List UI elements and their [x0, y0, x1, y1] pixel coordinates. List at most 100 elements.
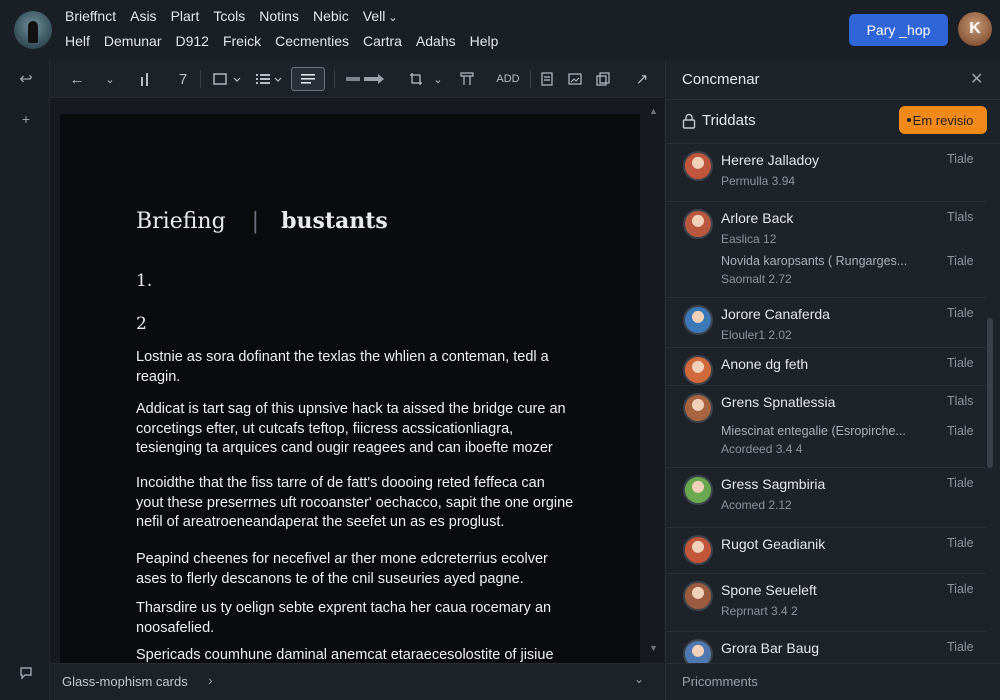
list-number: 1. — [136, 271, 153, 291]
add-icon[interactable]: + — [15, 108, 37, 130]
comment-item[interactable]: Spone Seueleft Tiale Reprnart 3.4 2 — [666, 574, 986, 632]
comment-meta: Reprnart 3.4 2 — [721, 604, 798, 618]
back-arrow-icon[interactable]: ↩ — [15, 68, 37, 90]
comment-author: Grens Spnatlessia — [721, 394, 836, 410]
close-icon[interactable]: ✕ — [970, 69, 983, 89]
scroll-up-icon[interactable]: ▲ — [649, 106, 658, 116]
avatar[interactable] — [683, 355, 713, 385]
frame-dropdown-icon[interactable] — [210, 67, 244, 91]
table-insert-icon[interactable] — [457, 67, 477, 91]
paragraph[interactable]: Incoidthe that the fiss tarre of de fatt… — [136, 474, 576, 533]
comment-author: Rugot Geadianik — [721, 536, 826, 552]
comment-meta: Elouler1 2.02 — [721, 328, 792, 342]
toolbar-divider — [200, 70, 201, 88]
arrow-right-icon[interactable] — [342, 67, 390, 91]
list-dropdown-icon[interactable] — [252, 67, 286, 91]
comment-input[interactable]: Pricomments — [682, 674, 758, 689]
add-text-button[interactable]: ADD — [494, 67, 522, 91]
comment-item[interactable]: Anone dg feth Tiale — [666, 348, 986, 386]
paragraph[interactable]: Peapind cheenes for necefivel ar ther mo… — [136, 550, 576, 589]
comment-text: Novida karopsants ( Rungarges... — [721, 254, 908, 268]
comment-time: Tiale — [947, 640, 974, 654]
menu-row-primary: Brieffnct Asis Plart Tcols Notins Nebic Vell — [65, 8, 412, 24]
avatar[interactable] — [683, 535, 713, 565]
paragraph[interactable]: Lostnie as sora dofinant the texlas the … — [136, 348, 576, 387]
menu-item[interactable]: Freick — [223, 33, 261, 49]
avatar[interactable] — [683, 393, 713, 423]
comment-meta: Acomed 2.12 — [721, 498, 792, 512]
menu-item[interactable]: Brieffnct — [65, 8, 116, 24]
avatar[interactable] — [683, 209, 713, 239]
menu-item[interactable]: Demunar — [104, 33, 162, 49]
app-logo[interactable] — [14, 11, 52, 49]
status-label[interactable]: Glass-mophism cards — [62, 674, 188, 689]
avatar[interactable] — [683, 639, 713, 664]
document-scrollbar[interactable]: ▲ ▼ — [644, 98, 662, 663]
document-icon[interactable] — [537, 67, 557, 91]
thread-header: Triddats Em revisio — [666, 100, 1000, 144]
scroll-down-icon[interactable]: ▼ — [649, 643, 658, 653]
status-badge[interactable]: Em revisio — [899, 106, 987, 134]
title-subtitle: bustants — [281, 208, 388, 234]
menu-item[interactable]: Cartra — [363, 33, 402, 49]
image-icon[interactable] — [565, 67, 585, 91]
menu-item[interactable]: Nebic — [313, 8, 349, 24]
status-bar: Glass-mophism cards › ⌄ — [50, 663, 664, 700]
comment-meta: Acordeed 3.4 4 — [721, 442, 803, 456]
panel-header: Concmenar ✕ — [666, 60, 1000, 100]
chevron-down-icon[interactable]: ⌄ — [430, 67, 446, 91]
menu-item[interactable]: Notins — [259, 8, 299, 24]
comment-item[interactable]: Grens Spnatlessia Tlals Miescinat entegali… — [666, 386, 986, 468]
comment-time: Tiale — [947, 152, 974, 166]
menu-item[interactable]: Plart — [171, 8, 200, 24]
menu-item[interactable]: Tcols — [213, 8, 245, 24]
menu-item[interactable]: Help — [470, 33, 499, 49]
chat-icon[interactable] — [15, 662, 37, 684]
menu-item[interactable]: Vell — [363, 8, 398, 24]
menu-item[interactable]: Helf — [65, 33, 90, 49]
comment-time: Tiale — [947, 254, 974, 268]
primary-action-button[interactable]: Pary _hop — [849, 14, 948, 46]
panel-scrollbar[interactable] — [987, 148, 993, 648]
panel-footer: Pricomments — [666, 663, 1000, 700]
comment-item[interactable]: Grora Bar Baug Tiale — [666, 632, 986, 664]
comment-author: Grora Bar Baug — [721, 640, 820, 656]
menu-item[interactable]: Adahs — [416, 33, 456, 49]
column-icon[interactable] — [136, 67, 154, 91]
menu-item[interactable]: Cecmenties — [275, 33, 349, 49]
avatar[interactable] — [683, 475, 713, 505]
comment-item[interactable]: Arlore Back Tlals Easlica 12 Novida karopsa… — [666, 202, 986, 298]
chevron-right-icon[interactable]: › — [208, 672, 213, 688]
avatar[interactable] — [683, 151, 713, 181]
rotate-tool[interactable]: 7 — [174, 67, 192, 91]
paragraph[interactable]: Spericads coumhune daminal anemcat etara… — [136, 646, 576, 663]
document-page[interactable]: Briefing | bustants 1. 2 Lostnie as sora d… — [60, 114, 640, 663]
comment-item[interactable]: Rugot Geadianik Tiale — [666, 528, 986, 574]
avatar[interactable] — [683, 581, 713, 611]
chevron-down-icon[interactable]: ⌄ — [634, 672, 644, 686]
document-title[interactable]: Briefing | bustants — [136, 208, 388, 234]
menu-item[interactable]: Asis — [130, 8, 156, 24]
menu-item[interactable]: D912 — [176, 33, 209, 49]
comments-panel: Concmenar ✕ Triddats Em revisio Herere J… — [665, 60, 1000, 700]
comment-meta: Easlica 12 — [721, 232, 777, 246]
avatar[interactable] — [683, 305, 713, 335]
paragraph[interactable]: Addicat is tart sag of this upnsive hack… — [136, 400, 576, 459]
copy-icon[interactable] — [593, 67, 613, 91]
comment-author: Spone Seueleft — [721, 582, 817, 598]
align-left-icon[interactable] — [291, 67, 325, 91]
paragraph[interactable]: Tharsdire us ty oelign sebte exprent tac… — [136, 599, 576, 638]
comment-item[interactable]: Herere Jalladoy Tiale Permulla 3.94 — [666, 144, 986, 202]
user-avatar[interactable]: K — [958, 12, 992, 46]
crop-icon[interactable] — [406, 67, 426, 91]
comment-item[interactable]: Jorore Canaferda Tiale Elouler1 2.02 — [666, 298, 986, 348]
editor-toolbar: ← ⌄ 7 ⌄ ADD ↗ — [50, 60, 664, 98]
chevron-down-icon[interactable]: ⌄ — [100, 67, 120, 91]
scrollbar-thumb[interactable] — [987, 318, 993, 468]
comment-list: Herere Jalladoy Tiale Permulla 3.94 Arlore … — [666, 144, 986, 664]
document-area: Briefing | bustants 1. 2 Lostnie as sora d… — [50, 98, 664, 663]
comment-time: Tiale — [947, 582, 974, 596]
share-arrow-icon[interactable]: ↗ — [632, 67, 652, 91]
comment-item[interactable]: Gress Sagmbiria Tiale Acomed 2.12 — [666, 468, 986, 528]
undo-arrow-icon[interactable]: ← — [66, 67, 88, 91]
